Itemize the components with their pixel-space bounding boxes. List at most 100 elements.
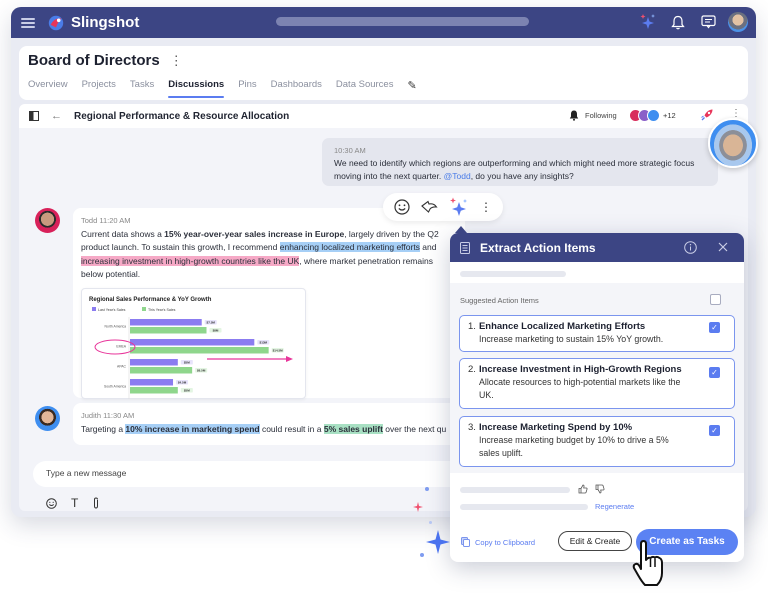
message-input[interactable]: Type a new message	[33, 461, 473, 487]
bell-icon[interactable]	[668, 12, 688, 32]
more-actions-icon[interactable]: ⋮	[480, 200, 492, 214]
chat-icon[interactable]	[698, 12, 718, 32]
participants-count: +12	[663, 111, 676, 120]
info-icon[interactable]	[684, 241, 697, 254]
back-arrow-icon[interactable]: ←	[51, 110, 62, 122]
extract-action-items-panel: Extract Action Items Suggested Action It…	[450, 233, 744, 562]
rocket-icon[interactable]	[700, 108, 714, 122]
participants[interactable]: +12	[629, 109, 676, 122]
legend-swatch	[92, 306, 96, 311]
thread-title: Regional Performance & Resource Allocati…	[74, 110, 290, 122]
select-all-checkbox[interactable]	[710, 294, 721, 305]
highlight-marketing: enhancing localized marketing efforts	[279, 242, 420, 252]
highlight-spend: 10% increase in marketing spend	[125, 423, 260, 434]
action-item-title: Increase Investment in High-Growth Regio…	[478, 364, 682, 375]
bell-filled-icon	[569, 110, 579, 121]
bar	[130, 346, 269, 353]
data-label: $7.5M	[207, 320, 216, 324]
user-avatar[interactable]	[728, 12, 748, 32]
category-label: North America	[105, 324, 127, 328]
tab-projects[interactable]: Projects	[82, 79, 116, 98]
regenerate-link[interactable]: Regenerate	[595, 502, 634, 511]
emoji-reaction-icon[interactable]	[394, 199, 410, 215]
bar-chart: Regional Sales Performance & YoY Growth …	[89, 297, 293, 399]
top-bar: Slingshot	[11, 7, 756, 38]
judith-avatar[interactable]	[35, 406, 60, 431]
following-label: Following	[585, 111, 617, 120]
action-item[interactable]: 2. Increase Investment in High-Growth Reg…	[459, 358, 735, 409]
panel-pointer	[455, 226, 467, 233]
hamburger-icon[interactable]	[21, 17, 35, 28]
search-bar[interactable]	[276, 17, 529, 26]
page-title-text: Board of Directors	[28, 52, 160, 69]
action-item-title: Enhance Localized Marketing Efforts	[478, 321, 646, 332]
action-item[interactable]: 1. Enhance Localized Marketing Efforts In…	[459, 315, 735, 352]
action-item-desc: Allocate resources to high-potential mar…	[479, 377, 681, 400]
category-label: APAC	[117, 364, 127, 368]
loading-placeholder	[460, 504, 588, 510]
chart-title: Regional Sales Performance & YoY Growth	[89, 297, 212, 303]
legend-label: This Year's Sales	[148, 307, 176, 311]
tab-tasks[interactable]: Tasks	[130, 79, 154, 98]
thumbs-down-icon[interactable]	[595, 484, 605, 494]
data-label: $6.5M	[197, 368, 206, 372]
page-kebab-icon[interactable]: ⋮	[170, 53, 183, 69]
bar	[130, 318, 202, 325]
text-format-icon[interactable]: T	[71, 496, 78, 510]
tab-dashboards[interactable]: Dashboards	[271, 79, 322, 98]
action-item[interactable]: 3. Increase Marketing Spend by 10% Increa…	[459, 416, 735, 467]
thread-header: ← Regional Performance & Resource Alloca…	[19, 104, 748, 128]
message-bubble-self: 10:30 AM We need to identify which regio…	[322, 138, 718, 186]
current-user-avatar[interactable]	[708, 118, 758, 168]
edit-create-button[interactable]: Edit & Create	[558, 531, 632, 551]
loading-placeholder	[460, 487, 570, 493]
tab-pins[interactable]: Pins	[238, 79, 256, 98]
bar	[130, 386, 178, 393]
todd-avatar[interactable]	[35, 208, 60, 233]
chart-attachment[interactable]: Regional Sales Performance & YoY Growth …	[81, 287, 306, 399]
message-todd: Todd 11:20 AM Current data shows a 15% y…	[73, 208, 465, 399]
legend-label: Last Year's Sales	[98, 307, 126, 311]
legend-swatch	[142, 306, 146, 311]
action-item-title: Increase Marketing Spend by 10%	[478, 422, 633, 433]
message-author: Judith 11:30 AM	[81, 411, 135, 420]
panel-title: Extract Action Items	[480, 240, 596, 255]
highlight-investment: increasing investment in high-growth cou…	[81, 255, 300, 266]
pin-flag-icon[interactable]	[420, 200, 438, 214]
action-item-checkbox[interactable]: ✓	[709, 425, 720, 436]
close-icon[interactable]	[718, 242, 728, 252]
document-list-icon	[460, 241, 470, 254]
bar	[130, 358, 178, 365]
suggested-items-section: Suggested Action Items 1. Enhance Localiz…	[450, 283, 744, 473]
thumbs-up-icon[interactable]	[578, 484, 588, 494]
ai-sparkle-icon[interactable]	[448, 196, 470, 218]
message-text: We need to identify which regions are ou…	[334, 158, 695, 181]
following-toggle[interactable]: Following	[569, 110, 617, 121]
emoji-icon[interactable]	[46, 497, 57, 509]
sparkle-ai-icon[interactable]	[638, 12, 658, 32]
hand-cursor-icon	[632, 540, 663, 586]
action-item-checkbox[interactable]: ✓	[709, 322, 720, 333]
category-label: EMEA	[116, 344, 126, 348]
tab-bar: Overview Projects Tasks Discussions Pins…	[28, 79, 417, 98]
tab-discussions[interactable]: Discussions	[168, 79, 224, 98]
message-text: Current data shows a 15% year-over-year …	[81, 228, 439, 279]
action-item-checkbox[interactable]: ✓	[709, 367, 720, 378]
tab-overview[interactable]: Overview	[28, 79, 68, 98]
loading-placeholder	[460, 271, 566, 277]
sparkle-decoration-icon	[413, 502, 423, 512]
copy-to-clipboard-button[interactable]: Copy to Clipboard	[461, 537, 535, 547]
attach-icon[interactable]	[92, 497, 100, 509]
bar	[130, 326, 207, 333]
decorative-dot	[429, 521, 432, 524]
bar	[130, 338, 255, 345]
data-label: $8M	[213, 328, 219, 332]
action-item-desc: Increase marketing budget by 10% to driv…	[479, 435, 669, 458]
mention-link[interactable]: @Todd	[444, 171, 471, 181]
data-label: $5M	[184, 388, 190, 392]
data-label: $5M	[184, 360, 190, 364]
decorative-dot	[425, 487, 429, 491]
panel-toggle-icon[interactable]	[29, 111, 39, 121]
edit-tabs-icon[interactable]: ✎	[407, 79, 416, 98]
tab-data-sources[interactable]: Data Sources	[336, 79, 394, 98]
